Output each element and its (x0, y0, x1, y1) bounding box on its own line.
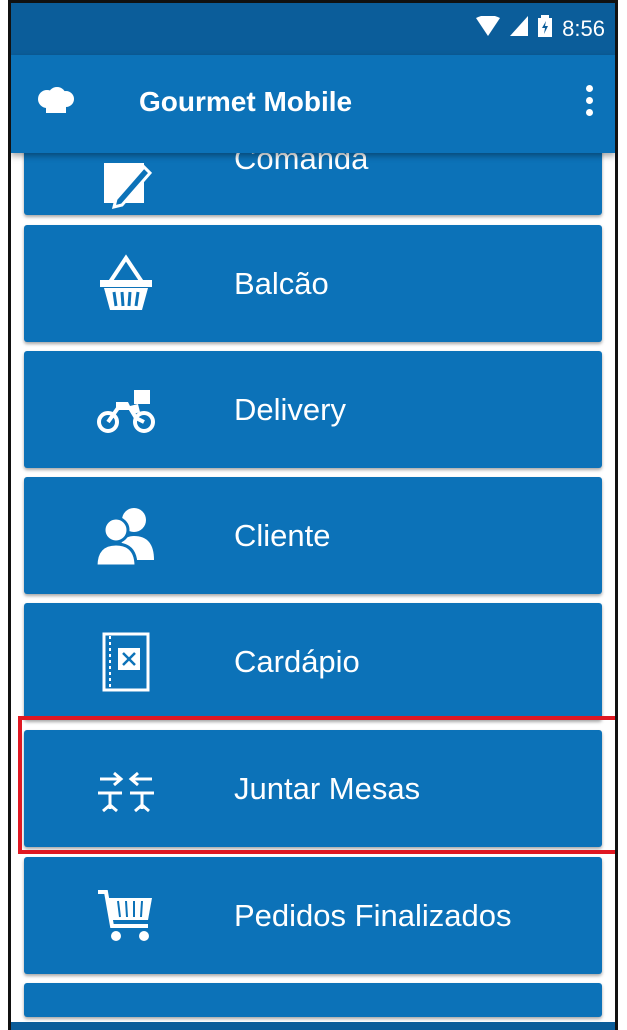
motorcycle-icon (94, 378, 158, 442)
wifi-icon (476, 15, 501, 41)
status-bar: 8:56 (11, 3, 615, 55)
signal-icon (510, 16, 529, 41)
menu-item-label: Pedidos Finalizados (234, 897, 512, 933)
users-icon (94, 504, 158, 568)
menu-book-icon (94, 630, 158, 694)
status-icons: 8:56 (476, 15, 605, 42)
menu-list: Comanda Balcão Delivery Cliente Cardápio… (11, 3, 615, 1030)
chef-hat-icon (37, 87, 75, 124)
overflow-menu-icon[interactable] (579, 85, 599, 125)
basket-icon (94, 252, 158, 316)
menu-item-balcao[interactable]: Balcão (24, 225, 602, 342)
menu-item-cliente[interactable]: Cliente (24, 477, 602, 594)
menu-item-label: Juntar Mesas (234, 770, 421, 806)
menu-item-label: Balcão (234, 265, 329, 301)
menu-item-cardapio[interactable]: Cardápio (24, 603, 602, 720)
menu-item-pedidos-finalizados[interactable]: Pedidos Finalizados (24, 857, 602, 974)
menu-item-label: Cardápio (234, 643, 360, 679)
app-screen: Comanda Balcão Delivery Cliente Cardápio… (8, 0, 618, 1030)
menu-item-juntar-mesas[interactable]: Juntar Mesas (24, 730, 602, 847)
pencil-note-icon (94, 155, 158, 215)
status-time: 8:56 (562, 15, 605, 41)
menu-item-next[interactable] (24, 983, 602, 1017)
menu-item-delivery[interactable]: Delivery (24, 351, 602, 468)
app-bar: Gourmet Mobile (11, 55, 615, 153)
menu-item-label: Cliente (234, 517, 331, 553)
bottom-bar (11, 1022, 615, 1030)
join-tables-icon (94, 757, 158, 821)
menu-item-label: Delivery (234, 391, 346, 427)
app-title: Gourmet Mobile (139, 86, 353, 117)
battery-icon (538, 15, 553, 42)
shopping-cart-icon (94, 884, 158, 948)
